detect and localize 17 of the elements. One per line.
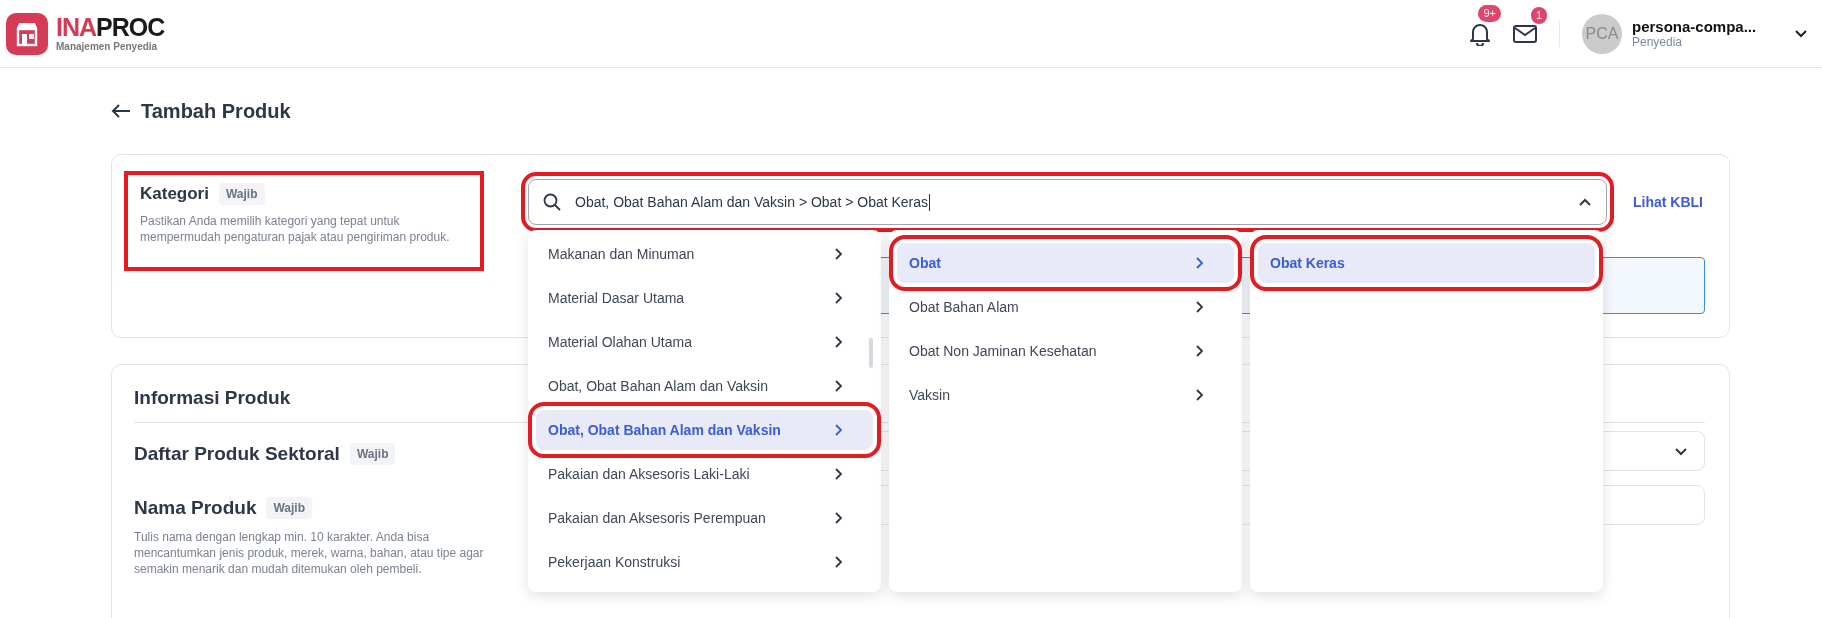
message-count: 1 xyxy=(1530,6,1547,24)
user-role: Penyedia xyxy=(1632,35,1684,49)
notification-count: 9+ xyxy=(1478,4,1501,22)
section-title: Informasi Produk xyxy=(134,387,291,409)
user-avatar: PCA xyxy=(1582,13,1622,54)
field-label: Nama Produk xyxy=(134,497,257,519)
required-tag: Wajib xyxy=(218,183,265,205)
user-name: persona-compa... xyxy=(1632,18,1758,35)
field-label: Daftar Produk Sektoral xyxy=(134,443,340,465)
field-description: Pastikan Anda memilih kategori yang tepat untuk mempermudah pengaturan pajak atau pengiriman produk. xyxy=(140,213,451,245)
brand-name: INAPROC xyxy=(56,15,165,40)
page-title: Tambah Produk xyxy=(141,99,291,123)
field-label: Kategori xyxy=(140,184,209,204)
required-tag: Wajib xyxy=(349,443,396,465)
brand-subtitle: Manajemen Penyedia xyxy=(56,41,159,52)
field-description: Tulis nama dengan lengkap min. 10 karakter. Anda bisa mencantumkan jenis produk, merek, warna, bahan, atau tipe agar semakin menarik dan mudah ditemukan oleh pembeli. xyxy=(134,529,485,577)
required-tag: Wajib xyxy=(266,497,313,519)
